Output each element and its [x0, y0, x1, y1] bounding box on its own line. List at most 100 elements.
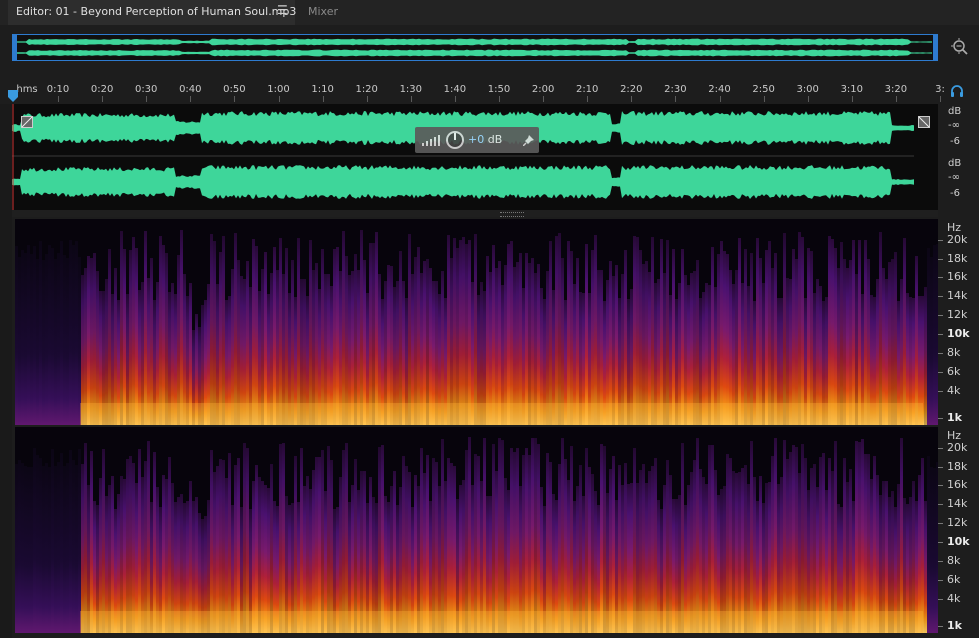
spectrogram-column: [459, 240, 462, 425]
spectrogram-column: [768, 241, 771, 425]
frequency-tick: [938, 523, 943, 524]
gain-readout[interactable]: +0 dB: [468, 133, 502, 146]
gain-value: +0: [468, 133, 485, 146]
playhead-marker-icon[interactable]: [8, 90, 18, 102]
hamburger-menu-icon[interactable]: ☰: [277, 3, 288, 17]
ruler-tick: [102, 96, 104, 102]
spectrogram-column: [729, 270, 732, 425]
spectral-view-channel-1[interactable]: [15, 219, 938, 425]
headphones-icon[interactable]: [950, 84, 964, 98]
frequency-label: 1k: [947, 619, 962, 632]
spectrogram-column: [588, 467, 591, 633]
overview-navigator[interactable]: [12, 34, 938, 61]
spectrogram-column: [18, 460, 21, 633]
spectrogram-column: [27, 467, 30, 633]
spectrogram-column: [831, 471, 834, 633]
spectrogram-column: [129, 456, 132, 633]
level-meter-icon: [422, 135, 440, 146]
spectrogram-column: [897, 484, 900, 633]
spectrogram-column: [132, 237, 135, 425]
spectrogram-column: [309, 240, 312, 425]
spectrogram-column: [903, 238, 906, 425]
spectrogram-column: [858, 442, 861, 633]
spectrogram-column: [744, 465, 747, 633]
spectrogram-column: [453, 466, 456, 633]
zoom-to-time-icon[interactable]: [950, 37, 970, 57]
spectrogram-column: [363, 260, 366, 425]
spectrogram-column: [213, 241, 216, 425]
spectrogram-column: [369, 243, 372, 425]
frequency-tick: [938, 418, 943, 419]
amplitude-hud[interactable]: +0 dB: [415, 127, 539, 153]
spectrogram-column: [360, 471, 363, 633]
waveform-display[interactable]: dB -∞ -6 dB -∞ -6: [12, 104, 961, 210]
spectrogram-column: [603, 446, 606, 633]
spectrogram-column: [285, 248, 288, 425]
frequency-tick: [938, 296, 943, 297]
ruler-tick-label: 3:: [935, 84, 945, 95]
spectrogram-column: [495, 268, 498, 425]
spectrogram-column: [924, 287, 927, 425]
spectrogram-column: [402, 456, 405, 633]
spectrogram-column: [843, 259, 846, 425]
spectrogram-column: [165, 479, 168, 633]
overview-range-handle[interactable]: [13, 35, 17, 60]
view-splitter[interactable]: [12, 210, 938, 217]
ruler-tick: [631, 96, 633, 102]
spectrogram-column: [933, 468, 936, 633]
spectral-view-channel-2[interactable]: [15, 427, 938, 633]
spectrogram-column: [672, 249, 675, 425]
time-ruler[interactable]: hms 0:10 0:20 0:30 0:40 0:50 1:00 1:10 1:20 1:30…: [12, 80, 945, 102]
spectrogram-column: [648, 471, 651, 633]
spectrogram-column: [432, 458, 435, 633]
spectrogram-column: [894, 252, 897, 425]
spectrogram-column: [450, 258, 453, 425]
frequency-tick: [938, 259, 943, 260]
stereo-waveform: [12, 104, 914, 210]
fade-out-handle[interactable]: [918, 116, 930, 128]
spectrogram-column: [120, 231, 123, 425]
spectrogram-column: [792, 445, 795, 633]
spectrogram-column: [282, 443, 285, 633]
spectrogram-column: [84, 268, 87, 425]
spectrogram-column: [222, 236, 225, 425]
spectrogram-column: [840, 242, 843, 425]
spectrogram-column: [930, 467, 933, 633]
spectrogram-column: [126, 459, 129, 633]
spectrogram-column: [21, 250, 24, 425]
pin-icon[interactable]: [523, 134, 535, 146]
frequency-label: 14k: [947, 497, 968, 510]
spectrogram-column: [45, 463, 48, 633]
spectrogram-column: [795, 259, 798, 425]
ch2-minus6-label: -6: [950, 188, 960, 199]
spectrogram-column: [567, 480, 570, 633]
spectrogram-column: [483, 438, 486, 633]
spectrogram-column: [834, 248, 837, 425]
spectrogram-column: [798, 232, 801, 425]
spectrogram-column: [378, 447, 381, 633]
tab-editor-label: Editor: 01 - Beyond Perception of Human …: [16, 5, 297, 18]
ruler-tick-label: 1:00: [267, 84, 290, 95]
spectrogram-column: [645, 261, 648, 425]
spectrogram-column: [321, 450, 324, 633]
spectrogram-column: [750, 441, 753, 633]
spectrogram-column: [444, 481, 447, 633]
spectrogram-column: [885, 481, 888, 633]
spectrogram-column: [399, 251, 402, 425]
spectrogram-column: [339, 477, 342, 633]
spectrogram-column: [915, 256, 918, 425]
fade-in-handle[interactable]: [21, 116, 33, 128]
spectrogram-column: [315, 457, 318, 633]
spectrogram-column: [591, 250, 594, 425]
splitter-grip[interactable]: [500, 212, 524, 217]
tab-editor[interactable]: Editor: 01 - Beyond Perception of Human …: [8, 0, 297, 25]
spectrogram-column: [234, 233, 237, 425]
spectrogram-column: [219, 459, 222, 633]
spectrogram-column: [873, 456, 876, 633]
ruler-tick-label: 3:10: [840, 84, 864, 95]
tab-mixer[interactable]: Mixer: [296, 0, 362, 25]
overview-range-handle[interactable]: [933, 35, 937, 60]
frequency-label: 8k: [947, 346, 961, 359]
volume-knob-icon[interactable]: [445, 130, 465, 150]
spectrogram-column: [351, 485, 354, 633]
